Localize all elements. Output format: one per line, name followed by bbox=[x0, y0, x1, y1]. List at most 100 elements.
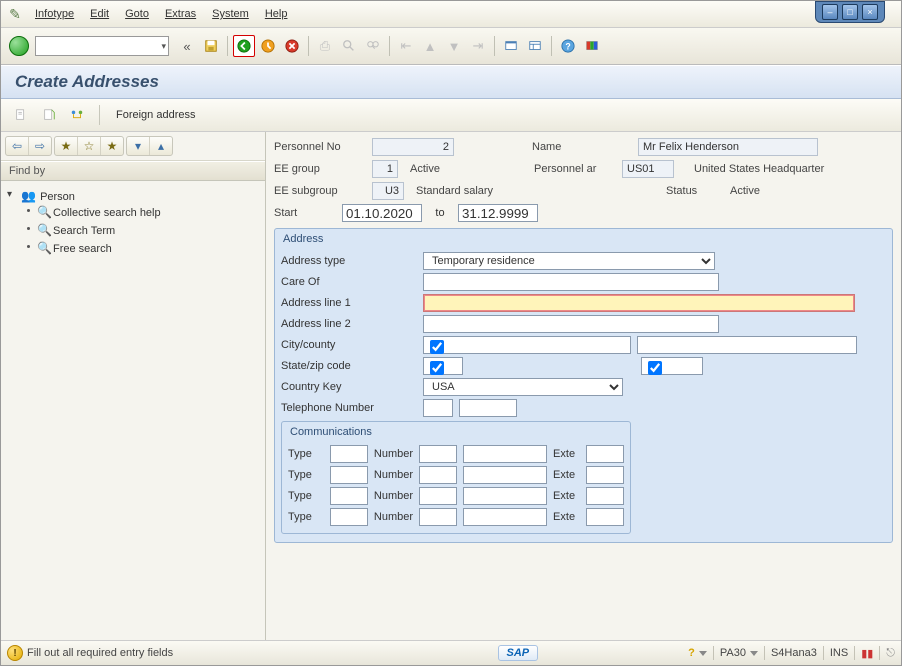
expand-all-icon[interactable]: ▾ bbox=[127, 137, 149, 155]
minimize-button[interactable]: – bbox=[822, 4, 838, 20]
lbl-comm-number: Number bbox=[374, 469, 413, 481]
new-session-icon[interactable] bbox=[500, 35, 522, 57]
lbl-comm-type: Type bbox=[288, 448, 324, 460]
field-end-date[interactable] bbox=[458, 204, 538, 222]
field-country[interactable]: USA bbox=[423, 378, 623, 396]
warning-icon: ! bbox=[7, 645, 23, 661]
tree-node-person[interactable]: Person bbox=[40, 191, 75, 203]
field-phone-area[interactable] bbox=[423, 399, 453, 417]
status-help-icon[interactable]: ? bbox=[688, 647, 707, 659]
menu-extras[interactable]: Extras bbox=[157, 8, 204, 20]
menu-infotype[interactable]: Infotype bbox=[27, 8, 82, 20]
window-controls: – □ × bbox=[815, 1, 885, 23]
fav-add-icon[interactable]: ★ bbox=[55, 137, 77, 155]
field-comm-num-a[interactable] bbox=[419, 487, 457, 505]
exit-icon[interactable] bbox=[257, 35, 279, 57]
local-layout-icon[interactable] bbox=[581, 35, 603, 57]
lbl-comm-ext: Exte bbox=[553, 490, 580, 502]
back-icon[interactable] bbox=[233, 35, 255, 57]
field-comm-num-b[interactable] bbox=[463, 445, 547, 463]
field-comm-ext[interactable] bbox=[586, 466, 624, 484]
field-comm-num-a[interactable] bbox=[419, 466, 457, 484]
list-icon[interactable] bbox=[38, 104, 60, 126]
nav-back-icon[interactable]: ⇦ bbox=[6, 137, 28, 155]
close-button[interactable]: × bbox=[862, 4, 878, 20]
check-state-required[interactable] bbox=[430, 361, 444, 375]
field-address-type[interactable]: Temporary residence bbox=[423, 252, 715, 270]
lbl-address-type: Address type bbox=[281, 255, 417, 267]
lbl-addr1: Address line 1 bbox=[281, 297, 417, 309]
tree-node-searchterm[interactable]: Search Term bbox=[53, 225, 115, 237]
text-personnel-area: United States Headquarter bbox=[694, 163, 824, 175]
field-comm-num-b[interactable] bbox=[463, 508, 547, 526]
menu-help[interactable]: Help bbox=[257, 8, 296, 20]
structural-graphic-icon[interactable] bbox=[66, 104, 88, 126]
field-comm-ext[interactable] bbox=[586, 508, 624, 526]
status-system[interactable]: S4Hana3 bbox=[771, 647, 817, 659]
field-county[interactable] bbox=[637, 336, 857, 354]
field-start-date[interactable] bbox=[342, 204, 422, 222]
field-careof[interactable] bbox=[423, 273, 719, 291]
lbl-country: Country Key bbox=[281, 381, 417, 393]
foreign-address-button[interactable]: Foreign address bbox=[110, 109, 202, 121]
field-comm-ext[interactable] bbox=[586, 445, 624, 463]
field-comm-type[interactable] bbox=[330, 487, 368, 505]
field-comm-num-a[interactable] bbox=[419, 508, 457, 526]
field-phone-num[interactable] bbox=[459, 399, 517, 417]
search-icon: 🔍 bbox=[37, 223, 51, 237]
twistie-icon[interactable]: ▾ bbox=[7, 189, 12, 200]
field-personnel-area: US01 bbox=[622, 160, 674, 178]
collapse-all-icon[interactable]: ▴ bbox=[149, 137, 172, 155]
sidebar-toolbar: ⇦ ⇨ ★ ☆ ★ ▾ ▴ bbox=[1, 132, 265, 161]
cancel-icon[interactable] bbox=[281, 35, 303, 57]
help-icon[interactable]: ? bbox=[557, 35, 579, 57]
tree-node-freesearch[interactable]: Free search bbox=[53, 243, 112, 255]
maximize-button[interactable]: □ bbox=[842, 4, 858, 20]
lbl-comm-type: Type bbox=[288, 469, 324, 481]
fav-open-icon[interactable]: ☆ bbox=[77, 137, 100, 155]
nav-forward-icon[interactable]: ⇨ bbox=[28, 137, 51, 155]
field-comm-num-b[interactable] bbox=[463, 487, 547, 505]
command-field-icon[interactable]: ✎ bbox=[7, 6, 23, 22]
history-icon[interactable]: « bbox=[176, 35, 198, 57]
text-ee-group: Active bbox=[410, 163, 470, 175]
object-tree[interactable]: ▾ 👥 Person 🔍Collective search help 🔍Sear… bbox=[1, 181, 265, 640]
field-comm-type[interactable] bbox=[330, 508, 368, 526]
menu-system[interactable]: System bbox=[204, 8, 257, 20]
field-comm-type[interactable] bbox=[330, 466, 368, 484]
layout-icon[interactable] bbox=[524, 35, 546, 57]
field-city[interactable] bbox=[423, 336, 631, 354]
overview-icon[interactable] bbox=[10, 104, 32, 126]
status-abort-icon[interactable]: ⎋ bbox=[886, 647, 895, 660]
status-ins[interactable]: INS bbox=[830, 647, 848, 659]
lbl-state: State/zip code bbox=[281, 360, 417, 372]
status-tcode[interactable]: PA30 bbox=[720, 647, 758, 659]
lbl-city: City/county bbox=[281, 339, 417, 351]
check-zip-required[interactable] bbox=[648, 361, 662, 375]
find-by-header: Find by bbox=[1, 161, 265, 181]
lbl-ee-group: EE group bbox=[274, 163, 364, 175]
status-signal-icon[interactable]: ▮▮ bbox=[861, 647, 873, 660]
menu-goto[interactable]: Goto bbox=[117, 8, 157, 20]
field-addr2[interactable] bbox=[423, 315, 719, 333]
sap-logo: SAP bbox=[498, 645, 539, 661]
lbl-addr2: Address line 2 bbox=[281, 318, 417, 330]
lbl-comm-ext: Exte bbox=[553, 469, 580, 481]
field-comm-num-b[interactable] bbox=[463, 466, 547, 484]
person-icon: 👥 bbox=[21, 189, 35, 203]
menu-edit[interactable]: Edit bbox=[82, 8, 117, 20]
enter-button[interactable] bbox=[9, 36, 29, 56]
field-comm-ext[interactable] bbox=[586, 487, 624, 505]
field-comm-num-a[interactable] bbox=[419, 445, 457, 463]
lbl-start: Start bbox=[274, 207, 334, 219]
save-icon[interactable] bbox=[200, 35, 222, 57]
tree-node-csh[interactable]: Collective search help bbox=[53, 207, 161, 219]
fav-del-icon[interactable]: ★ bbox=[100, 137, 123, 155]
command-field[interactable]: ▾ bbox=[35, 36, 169, 56]
field-comm-type[interactable] bbox=[330, 445, 368, 463]
field-addr1[interactable] bbox=[423, 294, 855, 312]
first-page-icon: ⇤ bbox=[395, 35, 417, 57]
check-city-required[interactable] bbox=[430, 340, 444, 354]
lbl-comm-number: Number bbox=[374, 511, 413, 523]
standard-toolbar: ▾ « ⎙ ⇤ ▲ ▼ ⇥ ? bbox=[1, 28, 901, 65]
